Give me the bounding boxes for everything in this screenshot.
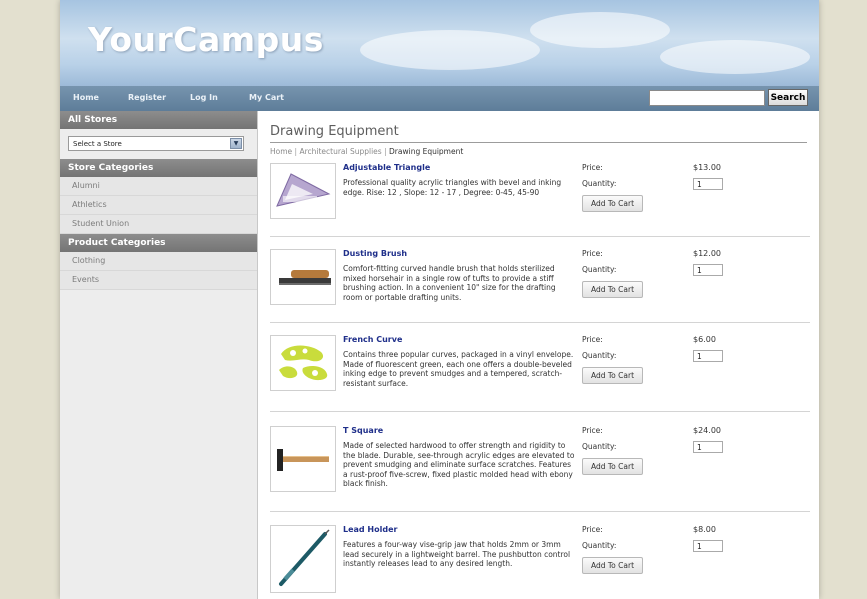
top-nav: Home Register Log In My Cart Search: [60, 86, 819, 111]
site-logo[interactable]: YourCampus: [88, 20, 324, 59]
quantity-label: Quantity:: [582, 541, 617, 550]
all-stores-heading: All Stores: [60, 111, 257, 129]
product-description: Contains three popular curves, packaged …: [343, 350, 574, 388]
store-select[interactable]: Select a Store ▼: [68, 136, 244, 151]
add-to-cart-button[interactable]: Add To Cart: [582, 458, 643, 475]
brush-icon[interactable]: [270, 249, 336, 305]
page-title: Drawing Equipment: [270, 124, 399, 139]
product-divider: [270, 511, 810, 512]
quantity-input[interactable]: [693, 540, 723, 552]
product-item: Dusting Brush Comfort-fitting curved han…: [270, 249, 810, 319]
product-price: $12.00: [693, 249, 721, 258]
store-select-row: Select a Store ▼: [60, 129, 257, 159]
cloud-decoration: [360, 30, 540, 70]
sidebar-item-clothing[interactable]: Clothing: [60, 252, 257, 271]
product-divider: [270, 322, 810, 323]
price-label: Price:: [582, 335, 603, 344]
sidebar-item-student-union[interactable]: Student Union: [60, 215, 257, 234]
store-categories-heading: Store Categories: [60, 159, 257, 177]
product-item: French Curve Contains three popular curv…: [270, 335, 810, 415]
quantity-label: Quantity:: [582, 351, 617, 360]
quantity-input[interactable]: [693, 178, 723, 190]
product-name[interactable]: Lead Holder: [343, 525, 397, 534]
nav-register[interactable]: Register: [128, 93, 166, 102]
sidebar-item-alumni[interactable]: Alumni: [60, 177, 257, 196]
price-label: Price:: [582, 426, 603, 435]
breadcrumb: Home | Architectural Supplies | Drawing …: [270, 147, 463, 156]
quantity-input[interactable]: [693, 441, 723, 453]
store-select-value: Select a Store: [73, 140, 122, 148]
title-divider: [270, 142, 807, 143]
search-button[interactable]: Search: [768, 89, 808, 106]
sidebar-item-athletics[interactable]: Athletics: [60, 196, 257, 215]
nav-home[interactable]: Home: [73, 93, 99, 102]
nav-my-cart[interactable]: My Cart: [249, 93, 284, 102]
add-to-cart-button[interactable]: Add To Cart: [582, 281, 643, 298]
product-name[interactable]: Adjustable Triangle: [343, 163, 430, 172]
product-name[interactable]: T Square: [343, 426, 383, 435]
header-banner: YourCampus: [60, 0, 819, 86]
product-description: Made of selected hardwood to offer stren…: [343, 441, 575, 488]
product-price: $24.00: [693, 426, 721, 435]
cloud-decoration: [660, 40, 810, 74]
product-divider: [270, 236, 810, 237]
product-price: $6.00: [693, 335, 716, 344]
add-to-cart-button[interactable]: Add To Cart: [582, 195, 643, 212]
lead-holder-icon[interactable]: [270, 525, 336, 593]
quantity-label: Quantity:: [582, 265, 617, 274]
product-name[interactable]: French Curve: [343, 335, 402, 344]
t-square-icon[interactable]: [270, 426, 336, 492]
product-item: Lead Holder Features a four-way vise-gri…: [270, 525, 810, 599]
add-to-cart-button[interactable]: Add To Cart: [582, 367, 643, 384]
product-divider: [270, 411, 810, 412]
page-container: YourCampus Home Register Log In My Cart …: [60, 0, 819, 599]
price-label: Price:: [582, 525, 603, 534]
product-description: Professional quality acrylic triangles w…: [343, 178, 562, 197]
breadcrumb-current: Drawing Equipment: [389, 147, 464, 156]
chevron-down-icon[interactable]: ▼: [230, 138, 242, 149]
product-name[interactable]: Dusting Brush: [343, 249, 407, 258]
product-item: T Square Made of selected hardwood to of…: [270, 426, 810, 516]
breadcrumb-architectural-supplies[interactable]: Architectural Supplies: [299, 147, 381, 156]
product-description: Features a four-way vise-grip jaw that h…: [343, 540, 571, 568]
quantity-label: Quantity:: [582, 179, 617, 188]
price-label: Price:: [582, 249, 603, 258]
triangle-icon[interactable]: [270, 163, 336, 219]
quantity-input[interactable]: [693, 264, 723, 276]
french-curve-icon[interactable]: [270, 335, 336, 391]
breadcrumb-separator: |: [381, 147, 390, 156]
search-input[interactable]: [649, 90, 765, 106]
main-content: Drawing Equipment Home | Architectural S…: [270, 111, 810, 599]
quantity-label: Quantity:: [582, 442, 617, 451]
price-label: Price:: [582, 163, 603, 172]
quantity-input[interactable]: [693, 350, 723, 362]
sidebar: All Stores Select a Store ▼ Store Catego…: [60, 111, 258, 599]
product-categories-heading: Product Categories: [60, 234, 257, 252]
nav-log-in[interactable]: Log In: [190, 93, 218, 102]
add-to-cart-button[interactable]: Add To Cart: [582, 557, 643, 574]
breadcrumb-home[interactable]: Home: [270, 147, 292, 156]
product-item: Adjustable Triangle Professional quality…: [270, 163, 810, 233]
product-price: $8.00: [693, 525, 716, 534]
sidebar-item-events[interactable]: Events: [60, 271, 257, 290]
cloud-decoration: [530, 12, 670, 48]
product-price: $13.00: [693, 163, 721, 172]
product-description: Comfort-fitting curved handle brush that…: [343, 264, 556, 302]
